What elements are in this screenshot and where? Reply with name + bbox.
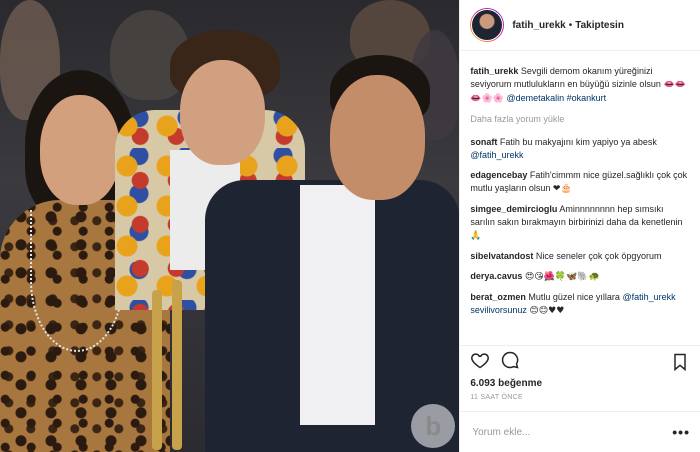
caption: fatih_urekk Sevgili demom okanım yüreğin…	[470, 65, 690, 106]
action-bar	[460, 345, 700, 378]
like-count[interactable]: 6.093 beğenme	[460, 378, 700, 394]
comment-username[interactable]: sonaft	[470, 137, 497, 147]
comment-username[interactable]: derya.cavus	[470, 271, 522, 281]
caption-username[interactable]: fatih_urekk	[470, 66, 518, 76]
story-ring[interactable]	[470, 8, 505, 42]
comment-item: sonaft Fatih bu makyajını kim yapiyo ya …	[470, 136, 690, 162]
add-comment-bar: •••	[460, 411, 700, 452]
comment-username[interactable]: berat_ozmen	[470, 292, 526, 302]
post-timestamp: 11 SAAT ÖNCE	[470, 394, 523, 401]
instagram-post: b fatih_urekk • Takiptesin fatih_urekk S…	[0, 0, 700, 452]
comment-username[interactable]: edagencebay	[470, 170, 527, 180]
following-button[interactable]: Takiptesin	[575, 20, 624, 31]
more-options-icon[interactable]: •••	[672, 424, 690, 440]
comment-item: derya.cavus 😍😘🌺🍀🦋🐘🐢	[470, 270, 690, 284]
separator-dot: •	[568, 19, 573, 31]
comment-input[interactable]	[470, 425, 655, 439]
avatar[interactable]	[471, 9, 504, 41]
comment-text: Fatih bu makyajını kim yapiyo ya abesk	[499, 137, 657, 147]
comment-item: sibelvatandost Nice seneler çok çok öpgy…	[470, 250, 690, 263]
caption-mentions[interactable]: @demetakalin #okankurt	[506, 93, 606, 103]
post-side-panel: fatih_urekk • Takiptesin fatih_urekk Sev…	[459, 0, 700, 452]
comment-emoji: 🙏	[470, 231, 482, 241]
comment-item: edagencebay Fatih'cimmm nice güzel.sağlı…	[470, 169, 690, 196]
comment-mention[interactable]: @fatih_urekk	[470, 150, 523, 160]
like-heart-icon[interactable]	[470, 350, 490, 375]
bookmark-icon[interactable]	[670, 352, 690, 377]
comment-item: berat_ozmen Mutlu güzel nice yıllara @fa…	[470, 291, 690, 318]
comment-username[interactable]: sibelvatandost	[470, 251, 533, 261]
comment-emoji: ❤🎂	[552, 184, 572, 194]
comment-emoji: 😊😊♥♥	[529, 306, 565, 316]
comment-item: simgee_demircioglu Aminnnnnnnn hep sımsı…	[470, 203, 690, 243]
comment-bubble-icon[interactable]	[500, 350, 520, 375]
comment-emoji: 😍😘🌺🍀🦋🐘🐢	[524, 272, 600, 282]
comment-text: Mutlu güzel nice yıllara	[528, 292, 620, 302]
header-username[interactable]: fatih_urekk	[512, 20, 565, 31]
post-photo[interactable]: b	[0, 0, 460, 452]
comment-username[interactable]: simgee_demircioglu	[470, 204, 557, 214]
load-more-comments-link[interactable]: Daha fazla yorum yükle	[470, 113, 690, 126]
comments-list: fatih_urekk Sevgili demom okanım yüreğin…	[460, 51, 700, 345]
post-header: fatih_urekk • Takiptesin	[460, 0, 700, 51]
comment-text: Nice seneler çok çok öpgyorum	[535, 251, 662, 261]
